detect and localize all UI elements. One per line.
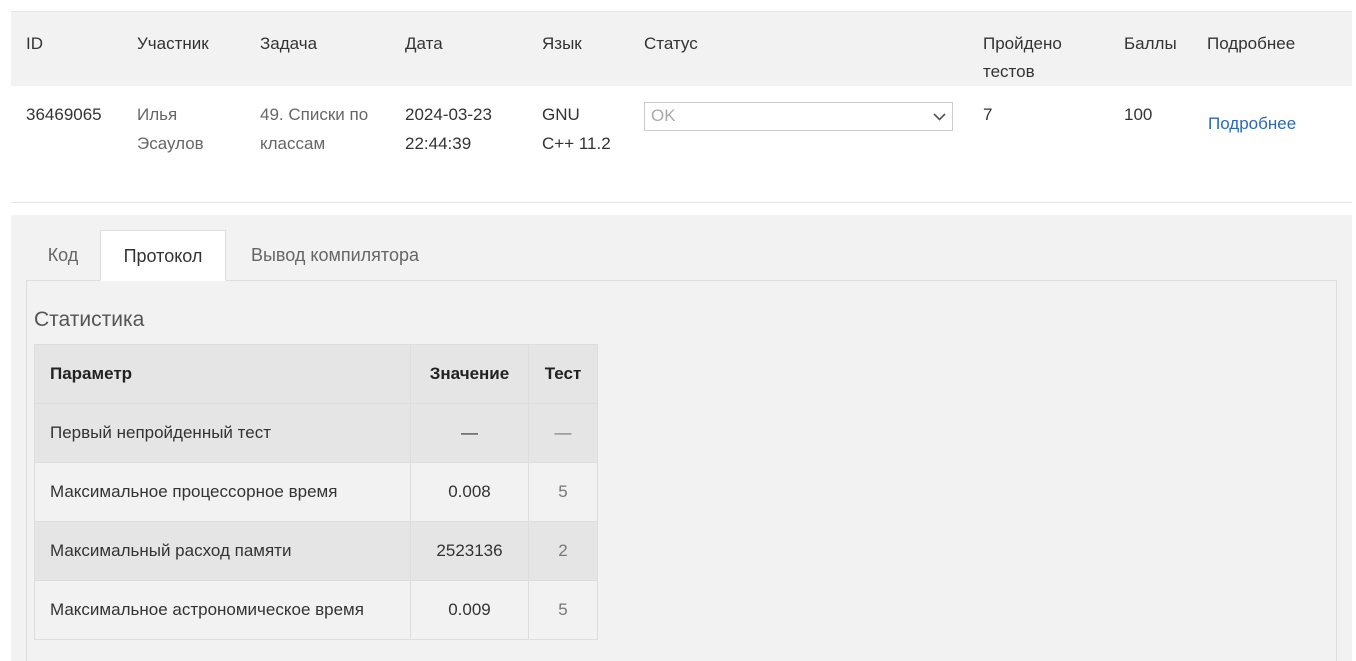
stat-test: —	[528, 403, 598, 463]
stat-header-param: Параметр	[34, 344, 411, 404]
header-score: Баллы	[1109, 11, 1192, 86]
tab-protocol[interactable]: Протокол	[100, 230, 226, 281]
tab-bar: Код Протокол Вывод компилятора	[26, 230, 1336, 281]
submission-participant: Илья Эсаулов	[122, 86, 245, 203]
stat-value: 2523136	[410, 521, 529, 581]
stat-header-test: Тест	[528, 344, 598, 404]
protocol-panel: Статистика Параметр Значение Тест Первый…	[26, 280, 1337, 661]
submission-date: 2024-03-23 22:44:39	[390, 86, 527, 203]
header-problem: Задача	[245, 11, 390, 86]
header-participant: Участник	[122, 11, 245, 86]
submission-problem: 49. Списки по классам	[245, 86, 390, 203]
header-details: Подробнее	[1192, 11, 1352, 86]
stat-param: Максимальное процессорное время	[34, 462, 411, 522]
header-status: Статус	[629, 11, 968, 86]
stat-param: Максимальное астрономическое время	[34, 580, 411, 640]
stat-value: 0.008	[410, 462, 529, 522]
stat-row: Первый непройденный тест — —	[34, 403, 598, 463]
chevron-down-icon	[933, 112, 946, 121]
header-tests-passed: Пройдено тестов	[968, 11, 1109, 86]
stat-test: 5	[528, 462, 598, 522]
submission-details-panel: Код Протокол Вывод компилятора Статистик…	[11, 215, 1352, 661]
stat-value: 0.009	[410, 580, 529, 640]
submission-header-row: ID Участник Задача Дата Язык Статус Прой…	[11, 11, 1352, 86]
stat-test: 2	[528, 521, 598, 581]
header-language: Язык	[527, 11, 629, 86]
submission-details-cell: Подробнее	[1192, 86, 1352, 203]
status-select[interactable]: OK	[644, 102, 953, 131]
header-id: ID	[11, 11, 122, 86]
stat-header-value: Значение	[410, 344, 529, 404]
submission-id: 36469065	[11, 86, 122, 203]
submission-row: 36469065 Илья Эсаулов 49. Списки по клас…	[11, 86, 1352, 203]
status-select-value: OK	[651, 106, 676, 126]
stat-value: —	[410, 403, 529, 463]
statistics-header-row: Параметр Значение Тест	[34, 344, 598, 404]
tab-compiler-output[interactable]: Вывод компилятора	[226, 230, 444, 280]
header-date: Дата	[390, 11, 527, 86]
statistics-title: Статистика	[34, 308, 145, 331]
submission-language: GNU C++ 11.2	[527, 86, 629, 203]
stat-row: Максимальное астрономическое время 0.009…	[34, 580, 598, 640]
tab-code[interactable]: Код	[26, 230, 100, 280]
submission-score: 100	[1109, 86, 1192, 203]
stat-param: Максимальный расход памяти	[34, 521, 411, 581]
submission-table: ID Участник Задача Дата Язык Статус Прой…	[11, 11, 1352, 203]
stat-row: Максимальное процессорное время 0.008 5	[34, 462, 598, 522]
details-link[interactable]: Подробнее	[1207, 101, 1296, 139]
stat-param: Первый непройденный тест	[34, 403, 411, 463]
stat-test: 5	[528, 580, 598, 640]
submission-tests-passed: 7	[968, 86, 1109, 203]
statistics-table: Параметр Значение Тест Первый непройденн…	[34, 344, 598, 640]
stat-row: Максимальный расход памяти 2523136 2	[34, 521, 598, 581]
submission-status-cell: OK	[629, 86, 968, 203]
